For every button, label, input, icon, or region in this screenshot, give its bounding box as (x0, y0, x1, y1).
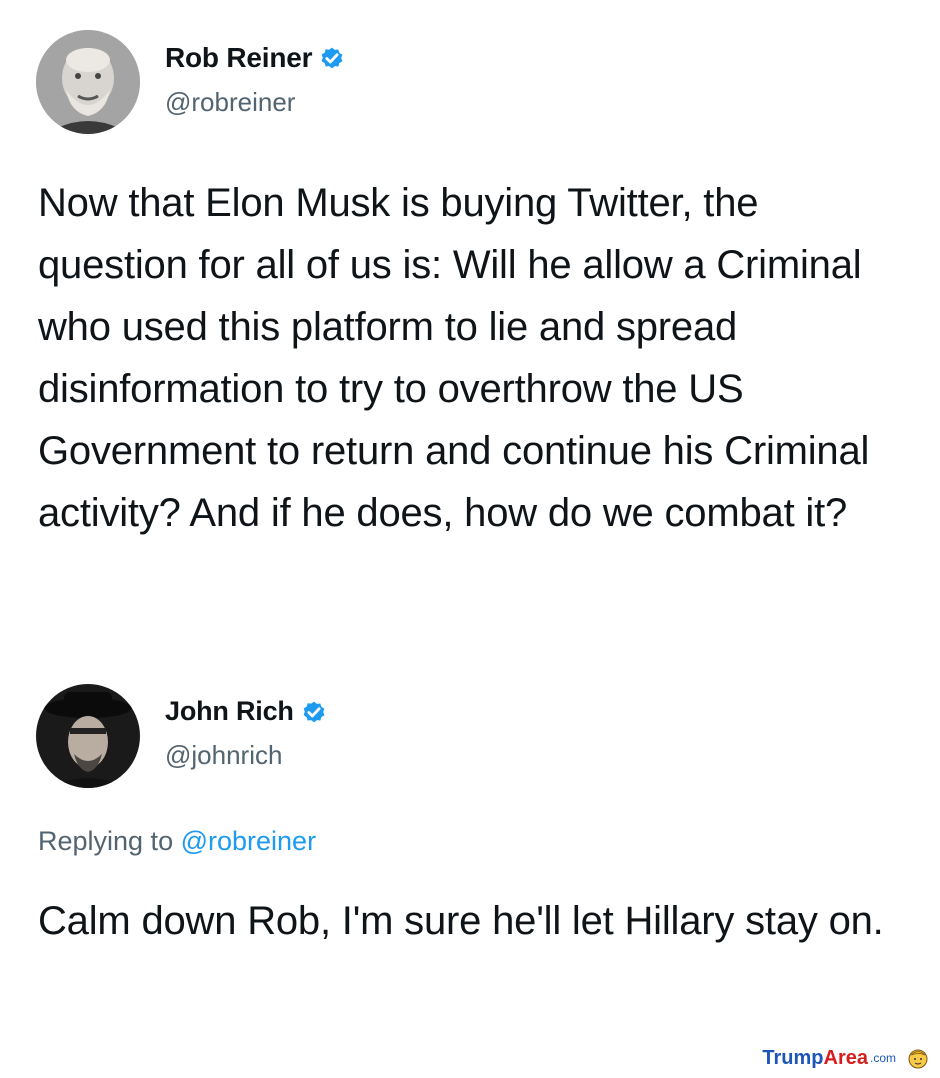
handle[interactable]: @robreiner (165, 87, 295, 118)
handle[interactable]: @johnrich (165, 740, 282, 771)
display-name[interactable]: John Rich (165, 696, 294, 727)
avatar-john-rich[interactable] (36, 684, 140, 788)
watermark-com: .com (869, 1051, 896, 1065)
avatar-rob-reiner[interactable] (36, 30, 140, 134)
replying-to-line: Replying to @robreiner (38, 826, 316, 857)
watermark: Trump Area .com (762, 1046, 930, 1070)
reply-text: Calm down Rob, I'm sure he'll let Hillar… (38, 899, 884, 943)
replying-prefix: Replying to (38, 826, 181, 856)
avatar-portrait-icon (36, 684, 140, 788)
tweet-text: Now that Elon Musk is buying Twitter, th… (38, 181, 870, 535)
avatar-portrait-icon (36, 30, 140, 134)
tweet-rob-reiner: Rob Reiner @robreiner Now that Elon Musk… (0, 0, 940, 670)
tweet-john-rich: John Rich @johnrich Replying to @robrein… (0, 670, 940, 1010)
watermark-area: Area (823, 1046, 868, 1069)
verified-badge-icon (318, 44, 346, 72)
trumparea-logo-icon (906, 1046, 930, 1070)
author-row: John Rich (165, 696, 328, 727)
display-name[interactable]: Rob Reiner (165, 42, 313, 74)
author-row: Rob Reiner (165, 42, 346, 74)
watermark-trump: Trump (762, 1046, 824, 1069)
verified-badge-icon (300, 698, 328, 726)
replying-to-mention[interactable]: @robreiner (181, 826, 316, 856)
